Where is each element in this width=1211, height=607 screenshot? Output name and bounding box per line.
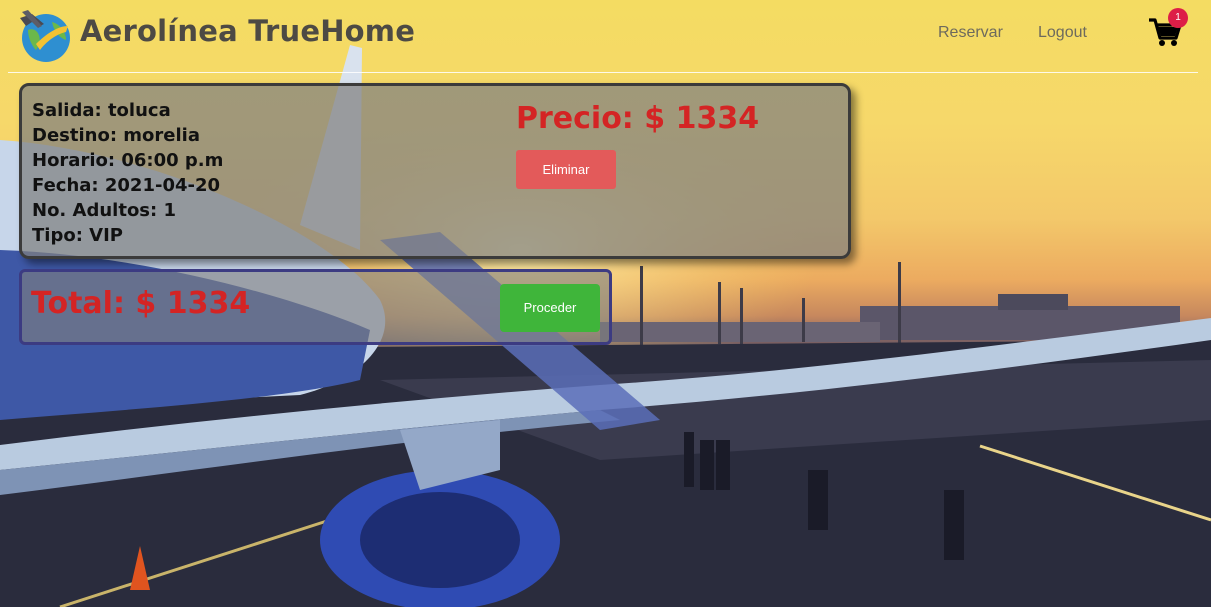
eliminar-button[interactable]: Eliminar (516, 150, 616, 189)
brand-name[interactable]: Aerolínea TrueHome (80, 14, 415, 48)
total-box: Total: $ 1334 Proceder (19, 269, 612, 345)
navbar: Aerolínea TrueHome Reservar Logout 1 (8, 0, 1198, 73)
proceder-button[interactable]: Proceder (500, 284, 600, 332)
tipo-text: Tipo: VIP (32, 225, 123, 246)
price-text: Precio: $ 1334 (516, 101, 760, 136)
fecha-text: Fecha: 2021-04-20 (32, 175, 221, 196)
destino-text: Destino: morelia (32, 125, 200, 146)
nav-logout-link[interactable]: Logout (1038, 24, 1087, 42)
total-text: Total: $ 1334 (31, 286, 251, 321)
adultos-text: No. Adultos: 1 (32, 200, 177, 221)
reservation-details: Salida: toluca Destino: morelia Horario:… (32, 98, 223, 248)
nav-reservar-link[interactable]: Reservar (938, 24, 1003, 42)
salida-text: Salida: toluca (32, 100, 171, 121)
plane-globe-icon[interactable] (14, 6, 74, 66)
cart-count-badge: 1 (1168, 8, 1188, 28)
horario-text: Horario: 06:00 p.m (32, 150, 224, 171)
reservation-card: Salida: toluca Destino: morelia Horario:… (19, 83, 851, 259)
